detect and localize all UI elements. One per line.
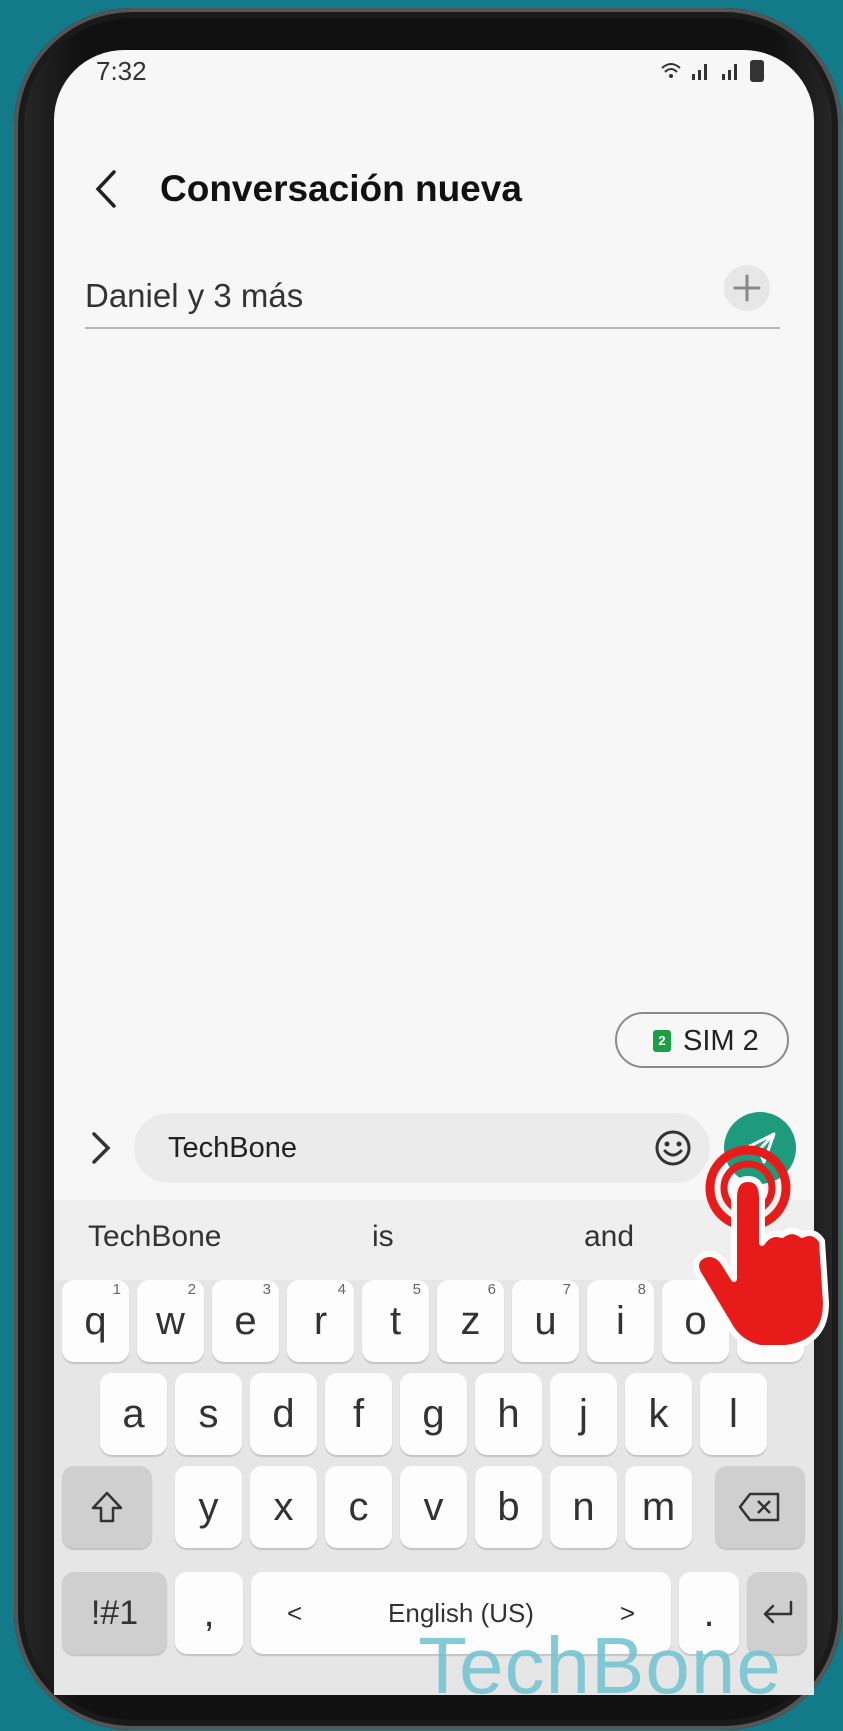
symbols-key[interactable]: !#1 [62,1572,167,1654]
key-hint: 3 [262,1281,271,1298]
key-label: l [729,1392,738,1436]
key-hint: 7 [562,1281,571,1298]
key-label: m [641,1485,676,1529]
key-label: t [389,1299,402,1343]
signal-icon [722,64,737,80]
key-a[interactable]: a [100,1373,167,1455]
shift-key[interactable] [62,1466,152,1548]
suggestion-item[interactable]: is [372,1220,394,1254]
key-label: w [156,1299,185,1343]
recipient-field[interactable]: Daniel y 3 más [85,265,780,329]
key-hint: 1 [112,1281,121,1298]
key-hint: 2 [187,1281,196,1298]
key-label: u [534,1299,557,1343]
page-title: Conversación nueva [160,168,522,209]
backspace-key[interactable] [715,1466,805,1548]
key-g[interactable]: g [400,1373,467,1455]
watermark: TechBone [418,1621,782,1710]
key-label: q [84,1299,107,1343]
key-j[interactable]: j [550,1373,617,1455]
status-bar: 7:32 [54,50,814,120]
recipient-value: Daniel y 3 más [85,277,304,314]
key-label: z [460,1299,481,1343]
key-r[interactable]: r4 [287,1280,354,1362]
space-left-arrow: < [287,1598,303,1628]
expand-icon[interactable] [80,1126,120,1170]
add-recipient-button[interactable] [724,265,770,311]
key-label: n [572,1485,595,1529]
key-v[interactable]: v [400,1466,467,1548]
key-label: s [198,1392,219,1436]
sim-selector-button[interactable]: 2 SIM 2 [615,1012,789,1068]
key-e[interactable]: e3 [212,1280,279,1362]
key-t[interactable]: t5 [362,1280,429,1362]
status-icons [660,60,764,82]
sim-icon: 2 [653,1030,671,1052]
back-icon[interactable] [82,164,132,214]
key-l[interactable]: l [700,1373,767,1455]
key-hint: 4 [337,1281,346,1298]
key-s[interactable]: s [175,1373,242,1455]
key-u[interactable]: u7 [512,1280,579,1362]
key-label: d [272,1392,295,1436]
key-f[interactable]: f [325,1373,392,1455]
message-input[interactable]: TechBone [134,1113,710,1183]
key-i[interactable]: i8 [587,1280,654,1362]
backspace-icon [738,1492,780,1522]
key-m[interactable]: m [625,1466,692,1548]
key-c[interactable]: c [325,1466,392,1548]
key-label: k [648,1392,669,1436]
key-hint: 8 [637,1281,646,1298]
key-z[interactable]: z6 [437,1280,504,1362]
key-label: i [616,1299,625,1343]
key-label: f [352,1392,365,1436]
header: Conversación nueva [54,150,814,230]
key-w[interactable]: w2 [137,1280,204,1362]
key-label: e [234,1299,257,1343]
key-label: y [198,1485,219,1529]
key-label: j [579,1392,588,1436]
suggestion-item[interactable]: and [584,1220,634,1254]
emoji-icon[interactable] [654,1129,692,1167]
key-n[interactable]: n [550,1466,617,1548]
key-label: r [313,1299,328,1343]
key-label: c [348,1485,369,1529]
wifi-icon [661,63,681,78]
add-icon [733,274,761,302]
suggestion-item[interactable]: TechBone [88,1220,221,1254]
key-q[interactable]: q1 [62,1280,129,1362]
key-b[interactable]: b [475,1466,542,1548]
key-hint: 6 [487,1281,496,1298]
status-time: 7:32 [96,56,147,86]
key-label: g [422,1392,445,1436]
key-x[interactable]: x [250,1466,317,1548]
key-label: b [497,1485,520,1529]
sim-label: SIM 2 [683,1025,759,1057]
battery-icon [750,60,764,82]
key-h[interactable]: h [475,1373,542,1455]
key-label: v [423,1485,444,1529]
tap-hand-icon [693,1145,829,1351]
screen: 7:32 Conversación nueva Daniel y 3 más 2… [54,50,814,1695]
key-label: a [122,1392,145,1436]
key-k[interactable]: k [625,1373,692,1455]
key-label: x [273,1485,294,1529]
signal-icon [692,64,707,80]
key-label: h [497,1392,520,1436]
shift-icon [91,1491,123,1523]
key-y[interactable]: y [175,1466,242,1548]
key-d[interactable]: d [250,1373,317,1455]
key-hint: 5 [412,1281,421,1298]
comma-key[interactable]: , [175,1572,243,1654]
